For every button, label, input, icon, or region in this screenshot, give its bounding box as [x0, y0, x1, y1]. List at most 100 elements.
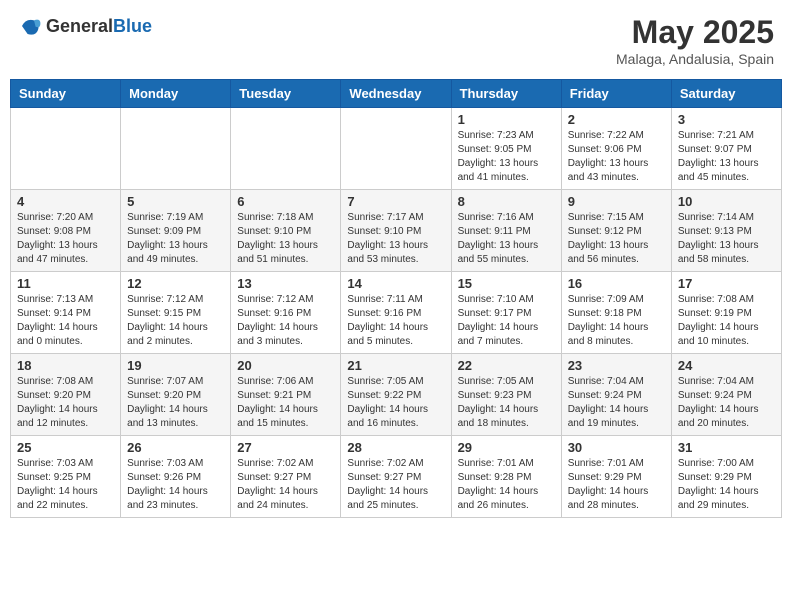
cell-info: Sunrise: 7:02 AM Sunset: 9:27 PM Dayligh… — [347, 457, 444, 513]
table-row: 26Sunrise: 7:03 AM Sunset: 9:26 PM Dayli… — [121, 436, 231, 518]
cell-date: 9 — [568, 194, 665, 209]
table-row — [121, 108, 231, 190]
table-row: 9 Sunrise: 7:15 AM Sunset: 9:12 PM Daylig… — [561, 190, 671, 272]
weekday-header-row: Sunday Monday Tuesday Wednesday Thursday… — [11, 80, 782, 108]
table-row: 27 Sunrise: 7:02 AM Sunset: 9:27 PM Dayli… — [231, 436, 341, 518]
cell-info: Sunrise: 7:22 AM Sunset: 9:06 PM Dayligh… — [568, 129, 665, 185]
header-wednesday: Wednesday — [341, 80, 451, 108]
cell-date: 22 — [458, 358, 555, 373]
cell-date: 26 — [127, 440, 224, 455]
cell-date: 8 — [458, 194, 555, 209]
calendar-week-row: 4 Sunrise: 7:20 AM Sunset: 9:08 PM Daylig… — [11, 190, 782, 272]
cell-info: Sunrise: 7:20 AM Sunset: 9:08 PM Dayligh… — [17, 211, 114, 267]
cell-info: Sunrise: 7:12 AM Sunset: 9:16 PM Dayligh… — [237, 293, 334, 349]
cell-info: Sunrise: 7:07 AM Sunset: 9:20 PM Dayligh… — [127, 375, 224, 431]
header: GeneralBlue May 2025 Malaga, Andalusia, … — [10, 10, 782, 71]
header-thursday: Thursday — [451, 80, 561, 108]
cell-date: 30 — [568, 440, 665, 455]
cell-info: Sunrise: 7:12 AM Sunset: 9:15 PM Dayligh… — [127, 293, 224, 349]
logo: GeneralBlue — [18, 14, 152, 38]
header-tuesday: Tuesday — [231, 80, 341, 108]
table-row — [341, 108, 451, 190]
cell-info: Sunrise: 7:18 AM Sunset: 9:10 PM Dayligh… — [237, 211, 334, 267]
cell-date: 16 — [568, 276, 665, 291]
header-friday: Friday — [561, 80, 671, 108]
cell-info: Sunrise: 7:21 AM Sunset: 9:07 PM Dayligh… — [678, 129, 775, 185]
cell-info: Sunrise: 7:23 AM Sunset: 9:05 PM Dayligh… — [458, 129, 555, 185]
cell-date: 5 — [127, 194, 224, 209]
location-title: Malaga, Andalusia, Spain — [616, 51, 774, 67]
table-row: 31Sunrise: 7:00 AM Sunset: 9:29 PM Dayli… — [671, 436, 781, 518]
cell-info: Sunrise: 7:11 AM Sunset: 9:16 PM Dayligh… — [347, 293, 444, 349]
cell-date: 18 — [17, 358, 114, 373]
cell-info: Sunrise: 7:17 AM Sunset: 9:10 PM Dayligh… — [347, 211, 444, 267]
calendar-week-row: 1Sunrise: 7:23 AM Sunset: 9:05 PM Daylig… — [11, 108, 782, 190]
cell-info: Sunrise: 7:15 AM Sunset: 9:12 PM Dayligh… — [568, 211, 665, 267]
table-row: 30 Sunrise: 7:01 AM Sunset: 9:29 PM Dayli… — [561, 436, 671, 518]
cell-date: 11 — [17, 276, 114, 291]
cell-info: Sunrise: 7:01 AM Sunset: 9:29 PM Dayligh… — [568, 457, 665, 513]
cell-date: 14 — [347, 276, 444, 291]
cell-info: Sunrise: 7:05 AM Sunset: 9:22 PM Dayligh… — [347, 375, 444, 431]
table-row: 16 Sunrise: 7:09 AM Sunset: 9:18 PM Dayli… — [561, 272, 671, 354]
cell-date: 23 — [568, 358, 665, 373]
cell-date: 19 — [127, 358, 224, 373]
table-row: 23 Sunrise: 7:04 AM Sunset: 9:24 PM Dayli… — [561, 354, 671, 436]
table-row: 12 Sunrise: 7:12 AM Sunset: 9:15 PM Dayli… — [121, 272, 231, 354]
table-row: 13 Sunrise: 7:12 AM Sunset: 9:16 PM Dayli… — [231, 272, 341, 354]
table-row — [231, 108, 341, 190]
cell-date: 20 — [237, 358, 334, 373]
table-row: 28 Sunrise: 7:02 AM Sunset: 9:27 PM Dayli… — [341, 436, 451, 518]
table-row: 22 Sunrise: 7:05 AM Sunset: 9:23 PM Dayli… — [451, 354, 561, 436]
calendar-week-row: 11 Sunrise: 7:13 AM Sunset: 9:14 PM Dayli… — [11, 272, 782, 354]
cell-info: Sunrise: 7:10 AM Sunset: 9:17 PM Dayligh… — [458, 293, 555, 349]
cell-info: Sunrise: 7:19 AM Sunset: 9:09 PM Dayligh… — [127, 211, 224, 267]
table-row: 8 Sunrise: 7:16 AM Sunset: 9:11 PM Daylig… — [451, 190, 561, 272]
cell-info: Sunrise: 7:13 AM Sunset: 9:14 PM Dayligh… — [17, 293, 114, 349]
table-row: 3 Sunrise: 7:21 AM Sunset: 9:07 PM Daylig… — [671, 108, 781, 190]
cell-date: 10 — [678, 194, 775, 209]
table-row — [11, 108, 121, 190]
cell-date: 28 — [347, 440, 444, 455]
table-row: 1Sunrise: 7:23 AM Sunset: 9:05 PM Daylig… — [451, 108, 561, 190]
table-row: 6Sunrise: 7:18 AM Sunset: 9:10 PM Daylig… — [231, 190, 341, 272]
cell-info: Sunrise: 7:04 AM Sunset: 9:24 PM Dayligh… — [568, 375, 665, 431]
cell-info: Sunrise: 7:05 AM Sunset: 9:23 PM Dayligh… — [458, 375, 555, 431]
calendar: Sunday Monday Tuesday Wednesday Thursday… — [10, 79, 782, 518]
table-row: 10Sunrise: 7:14 AM Sunset: 9:13 PM Dayli… — [671, 190, 781, 272]
table-row: 2 Sunrise: 7:22 AM Sunset: 9:06 PM Daylig… — [561, 108, 671, 190]
cell-date: 27 — [237, 440, 334, 455]
table-row: 15 Sunrise: 7:10 AM Sunset: 9:17 PM Dayli… — [451, 272, 561, 354]
cell-info: Sunrise: 7:06 AM Sunset: 9:21 PM Dayligh… — [237, 375, 334, 431]
cell-info: Sunrise: 7:16 AM Sunset: 9:11 PM Dayligh… — [458, 211, 555, 267]
table-row: 4 Sunrise: 7:20 AM Sunset: 9:08 PM Daylig… — [11, 190, 121, 272]
header-monday: Monday — [121, 80, 231, 108]
cell-info: Sunrise: 7:08 AM Sunset: 9:19 PM Dayligh… — [678, 293, 775, 349]
cell-date: 4 — [17, 194, 114, 209]
cell-info: Sunrise: 7:04 AM Sunset: 9:24 PM Dayligh… — [678, 375, 775, 431]
table-row: 14 Sunrise: 7:11 AM Sunset: 9:16 PM Dayli… — [341, 272, 451, 354]
cell-info: Sunrise: 7:09 AM Sunset: 9:18 PM Dayligh… — [568, 293, 665, 349]
month-title: May 2025 — [616, 14, 774, 51]
cell-date: 12 — [127, 276, 224, 291]
table-row: 29Sunrise: 7:01 AM Sunset: 9:28 PM Dayli… — [451, 436, 561, 518]
table-row: 18Sunrise: 7:08 AM Sunset: 9:20 PM Dayli… — [11, 354, 121, 436]
logo-text-general: General — [46, 16, 113, 36]
calendar-week-row: 18Sunrise: 7:08 AM Sunset: 9:20 PM Dayli… — [11, 354, 782, 436]
title-area: May 2025 Malaga, Andalusia, Spain — [616, 14, 774, 67]
cell-date: 15 — [458, 276, 555, 291]
cell-date: 2 — [568, 112, 665, 127]
cell-info: Sunrise: 7:03 AM Sunset: 9:25 PM Dayligh… — [17, 457, 114, 513]
table-row: 21 Sunrise: 7:05 AM Sunset: 9:22 PM Dayli… — [341, 354, 451, 436]
table-row: 11 Sunrise: 7:13 AM Sunset: 9:14 PM Dayli… — [11, 272, 121, 354]
cell-date: 31 — [678, 440, 775, 455]
cell-info: Sunrise: 7:02 AM Sunset: 9:27 PM Dayligh… — [237, 457, 334, 513]
table-row: 7Sunrise: 7:17 AM Sunset: 9:10 PM Daylig… — [341, 190, 451, 272]
header-sunday: Sunday — [11, 80, 121, 108]
cell-date: 13 — [237, 276, 334, 291]
logo-icon — [18, 14, 42, 38]
cell-date: 3 — [678, 112, 775, 127]
calendar-week-row: 25Sunrise: 7:03 AM Sunset: 9:25 PM Dayli… — [11, 436, 782, 518]
cell-date: 29 — [458, 440, 555, 455]
cell-date: 21 — [347, 358, 444, 373]
